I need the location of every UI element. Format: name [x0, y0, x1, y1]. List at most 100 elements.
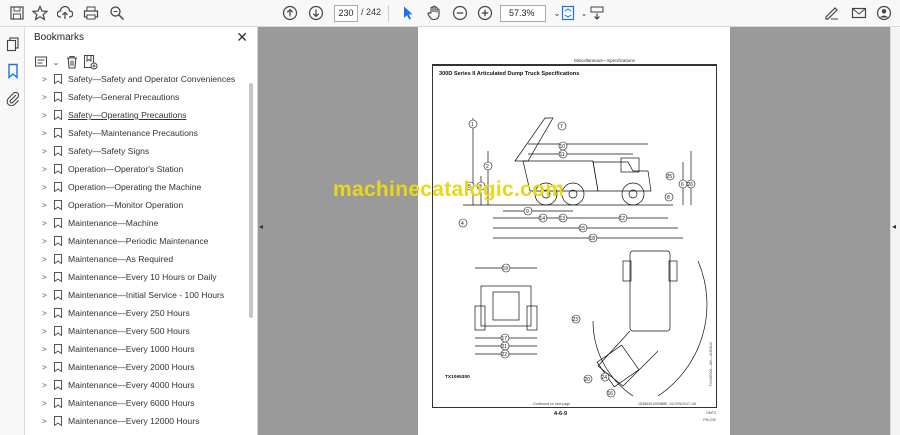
collapse-panel-icon[interactable]: ◂ — [259, 222, 263, 231]
new-bookmark-icon[interactable] — [81, 53, 99, 71]
chevron-right-icon[interactable]: > — [42, 237, 47, 246]
bookmark-flag-icon — [54, 308, 62, 318]
expand-panel-icon[interactable]: ◂ — [892, 222, 896, 231]
chevron-right-icon[interactable]: > — [42, 327, 47, 336]
bookmark-label: Safety—Safety and Operator Conveniences — [68, 74, 236, 84]
figure-frame: 300D Series II Articulated Dump Truck Sp… — [432, 65, 717, 408]
print-icon[interactable] — [82, 4, 100, 22]
bookmark-flag-icon — [54, 218, 62, 228]
chevron-right-icon[interactable]: > — [42, 255, 47, 264]
zoom-level-field[interactable]: 57.3% — [500, 5, 546, 22]
svg-text:18: 18 — [590, 236, 596, 242]
chevron-right-icon[interactable]: > — [42, 273, 47, 282]
bookmark-item[interactable]: > Safety—Safety and Operator Convenience… — [25, 74, 247, 88]
chevron-right-icon[interactable]: > — [42, 147, 47, 156]
next-page-icon[interactable] — [307, 4, 325, 22]
svg-text:22: 22 — [502, 352, 508, 358]
bookmark-label: Maintenance—Machine — [68, 218, 159, 228]
bookmark-item[interactable]: > Safety—General Precautions — [25, 88, 247, 106]
chevron-right-icon[interactable]: > — [42, 93, 47, 102]
bookmarks-panel: Bookmarks ✕ ⌄ > Safety—Safety and Operat… — [25, 27, 258, 435]
cloud-upload-icon[interactable] — [56, 4, 74, 22]
bookmark-flag-icon — [54, 254, 62, 264]
svg-text:21: 21 — [502, 344, 508, 350]
bookmark-item[interactable]: > Safety—Maintenance Precautions — [25, 124, 247, 142]
right-collapse-strip[interactable]: ◂ — [890, 27, 900, 435]
toolbar-divider — [388, 5, 389, 22]
chevron-right-icon[interactable]: > — [42, 291, 47, 300]
bookmark-item[interactable]: > Maintenance—Every 250 Hours — [25, 304, 247, 322]
page-number-input[interactable]: 230 — [334, 5, 358, 22]
svg-text:10: 10 — [560, 144, 566, 150]
bookmark-item[interactable]: > Operation—Operating the Machine — [25, 178, 247, 196]
page-number-label: 4-6-9 — [554, 411, 568, 417]
continued-note: Continued on next page — [533, 402, 571, 406]
chevron-right-icon[interactable]: > — [42, 201, 47, 210]
bookmark-flag-icon — [54, 182, 62, 192]
chevron-right-icon[interactable]: > — [42, 345, 47, 354]
save-icon[interactable] — [8, 4, 26, 22]
bookmark-label: Maintenance—Every 2000 Hours — [68, 362, 195, 372]
svg-text:19: 19 — [503, 266, 509, 272]
pdf-page: Miscellaneous—Specifications 300D Series… — [418, 27, 730, 435]
bookmark-label: Maintenance—Every 6000 Hours — [68, 398, 195, 408]
bookmark-item[interactable]: > Maintenance—Every 2000 Hours — [25, 358, 247, 376]
chevron-right-icon[interactable]: > — [42, 75, 47, 84]
chevron-right-icon[interactable]: > — [42, 363, 47, 372]
bookmark-item[interactable]: > Maintenance—Every 10 Hours or Daily — [25, 268, 247, 286]
page-header: Miscellaneous—Specifications — [432, 58, 717, 65]
chevron-right-icon[interactable]: > — [42, 399, 47, 408]
attachment-icon[interactable] — [4, 89, 22, 107]
figure-id-side: TX1065300—UN—16JUN12 — [709, 342, 713, 387]
page-thumbnails-icon[interactable] — [4, 35, 22, 53]
bookmark-item[interactable]: > Maintenance—Every 4000 Hours — [25, 376, 247, 394]
sign-icon[interactable] — [823, 4, 841, 22]
left-rail — [0, 27, 25, 435]
bookmark-item[interactable]: > Operation—Operator's Station — [25, 160, 247, 178]
svg-text:26: 26 — [688, 182, 694, 188]
hand-tool-icon[interactable] — [425, 4, 443, 22]
previous-page-icon[interactable] — [281, 4, 299, 22]
chevron-right-icon[interactable]: > — [42, 381, 47, 390]
close-icon[interactable]: ✕ — [236, 29, 248, 46]
bookmark-item[interactable]: > Maintenance—Machine — [25, 214, 247, 232]
mail-icon[interactable] — [850, 4, 868, 22]
chevron-right-icon[interactable]: > — [42, 417, 47, 426]
toolbar: 230 / 242 57.3% ⌄ ⌄ — [0, 0, 900, 27]
scroll-mode-icon[interactable] — [588, 4, 606, 22]
bookmark-icon[interactable] — [4, 62, 22, 80]
chevron-right-icon[interactable]: > — [42, 165, 47, 174]
document-viewport[interactable]: ◂ Miscellaneous—Specifications 300D Seri… — [258, 27, 890, 435]
chevron-right-icon[interactable]: > — [42, 183, 47, 192]
bookmark-item[interactable]: > Safety—Safety Signs — [25, 142, 247, 160]
bookmark-flag-icon — [54, 272, 62, 282]
star-icon[interactable] — [31, 4, 49, 22]
bookmark-item[interactable]: > Maintenance—Periodic Maintenance — [25, 232, 247, 250]
bookmark-label: Maintenance—Initial Service - 100 Hours — [68, 290, 225, 300]
bookmark-item[interactable]: > Maintenance—Initial Service - 100 Hour… — [25, 286, 247, 304]
bookmark-scrollbar[interactable] — [249, 83, 253, 318]
chevron-right-icon[interactable]: > — [42, 111, 47, 120]
chevron-right-icon[interactable]: > — [42, 309, 47, 318]
bookmark-item-active[interactable]: > Safety—Operating Precautions — [25, 106, 247, 124]
svg-text:7: 7 — [560, 124, 563, 130]
zoom-out-icon[interactable] — [451, 4, 469, 22]
zoom-in-icon[interactable] — [476, 4, 494, 22]
delete-icon[interactable] — [63, 53, 81, 71]
bookmark-item[interactable]: > Operation—Monitor Operation — [25, 196, 247, 214]
chevron-right-icon[interactable]: > — [42, 219, 47, 228]
svg-text:13: 13 — [560, 216, 566, 222]
bookmark-flag-icon — [54, 110, 62, 120]
bookmark-item[interactable]: > Maintenance—Every 6000 Hours — [25, 394, 247, 412]
svg-text:8: 8 — [667, 195, 670, 201]
figure-id: TX1065300 — [445, 375, 470, 380]
panel-title: Bookmarks — [34, 32, 85, 43]
bookmark-item[interactable]: > Maintenance—Every 500 Hours — [25, 322, 247, 340]
account-icon[interactable] — [875, 4, 893, 22]
bookmark-item[interactable]: > Maintenance—Every 1000 Hours — [25, 340, 247, 358]
bookmark-item[interactable]: > Maintenance—As Required — [25, 250, 247, 268]
bookmark-item[interactable]: > Maintenance—Every 12000 Hours — [25, 412, 247, 430]
zoom-search-icon[interactable] — [108, 4, 126, 22]
select-cursor-icon[interactable] — [399, 4, 417, 22]
chevron-right-icon[interactable]: > — [42, 129, 47, 138]
